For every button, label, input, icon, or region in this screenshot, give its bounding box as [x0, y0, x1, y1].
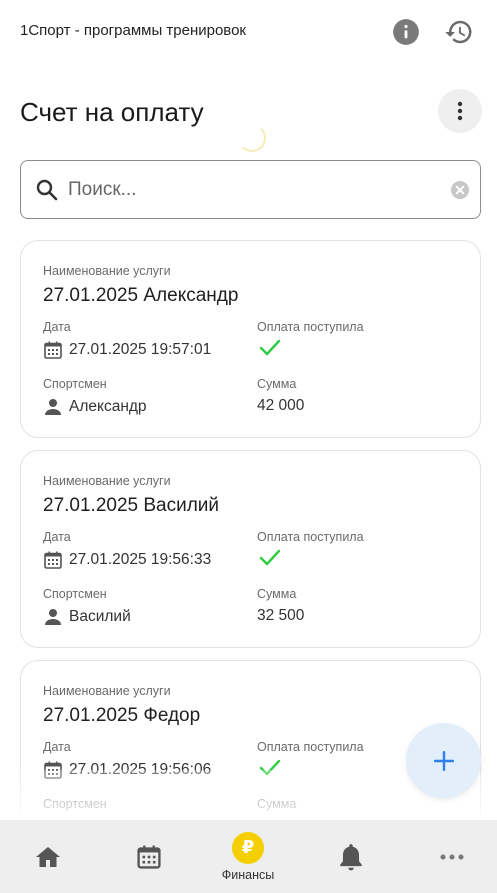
- athlete-label: Спортсмен: [43, 377, 107, 391]
- search-input[interactable]: [68, 174, 438, 206]
- athlete-label: Спортсмен: [43, 797, 107, 811]
- service-name: 27.01.2025 Александр: [43, 285, 239, 306]
- search-icon: [36, 179, 58, 201]
- invoice-card[interactable]: Наименование услуги 27.01.2025 Василий Д…: [20, 450, 481, 648]
- athlete-value: Александр: [43, 397, 147, 417]
- date-text: 27.01.2025 19:56:06: [69, 761, 212, 778]
- person-icon: [45, 399, 61, 415]
- bell-icon: [340, 843, 362, 870]
- check-icon: [259, 759, 281, 776]
- page-title: Счет на оплату: [20, 97, 204, 127]
- check-icon: [259, 549, 281, 566]
- app-title: 1Спорт - программы тренировок: [20, 22, 246, 39]
- nav-more[interactable]: [422, 820, 482, 893]
- more-horizontal-icon: [440, 854, 464, 859]
- amount-value: 32 500: [257, 607, 305, 624]
- ruble-icon: ₽: [232, 831, 264, 864]
- athlete-text: Александр: [69, 398, 147, 415]
- clear-search-icon[interactable]: [451, 181, 469, 199]
- date-label: Дата: [43, 320, 71, 334]
- date-value: 27.01.2025 19:56:33: [43, 550, 211, 570]
- loading-spinner: [238, 124, 266, 152]
- check-icon: [259, 339, 281, 356]
- paid-label: Оплата поступила: [257, 740, 364, 754]
- athlete-text: Василий: [69, 608, 131, 625]
- amount-label: Сумма: [257, 587, 297, 601]
- top-bar: 1Спорт - программы тренировок: [0, 0, 497, 64]
- info-button[interactable]: [391, 17, 421, 47]
- invoice-card[interactable]: Наименование услуги 27.01.2025 Александр…: [20, 240, 481, 438]
- info-icon: [393, 19, 419, 45]
- date-label: Дата: [43, 530, 71, 544]
- more-options-button[interactable]: [438, 89, 482, 133]
- athlete-value: Василий: [43, 607, 131, 627]
- nav-home[interactable]: [18, 820, 78, 893]
- calendar-icon: [44, 761, 62, 779]
- nav-notifications[interactable]: [321, 820, 381, 893]
- add-invoice-button[interactable]: [406, 723, 481, 798]
- nav-calendar[interactable]: [119, 820, 179, 893]
- amount-label: Сумма: [257, 797, 297, 811]
- nav-finances[interactable]: ₽ Финансы: [218, 820, 278, 893]
- date-label: Дата: [43, 740, 71, 754]
- more-vertical-icon: [457, 101, 463, 121]
- service-name: 27.01.2025 Федор: [43, 705, 201, 726]
- service-label: Наименование услуги: [43, 684, 171, 698]
- plus-icon: [433, 750, 454, 771]
- history-icon: [445, 20, 472, 44]
- nav-finances-label: Финансы: [221, 867, 275, 882]
- search-field[interactable]: [20, 160, 481, 219]
- service-name: 27.01.2025 Василий: [43, 495, 220, 516]
- bottom-navigation: ₽ Финансы: [0, 820, 497, 893]
- paid-label: Оплата поступила: [257, 530, 364, 544]
- calendar-icon: [44, 551, 62, 569]
- date-text: 27.01.2025 19:57:01: [69, 341, 212, 358]
- date-value: 27.01.2025 19:57:01: [43, 340, 211, 360]
- calendar-icon: [44, 341, 62, 359]
- person-icon: [45, 609, 61, 625]
- calendar-icon: [137, 845, 161, 869]
- service-label: Наименование услуги: [43, 474, 171, 488]
- date-value: 27.01.2025 19:56:06: [43, 760, 211, 780]
- amount-label: Сумма: [257, 377, 297, 391]
- history-button[interactable]: [444, 17, 474, 47]
- paid-label: Оплата поступила: [257, 320, 364, 334]
- home-icon: [36, 846, 60, 867]
- service-label: Наименование услуги: [43, 264, 171, 278]
- date-text: 27.01.2025 19:56:33: [69, 551, 212, 568]
- athlete-label: Спортсмен: [43, 587, 107, 601]
- amount-value: 42 000: [257, 397, 305, 414]
